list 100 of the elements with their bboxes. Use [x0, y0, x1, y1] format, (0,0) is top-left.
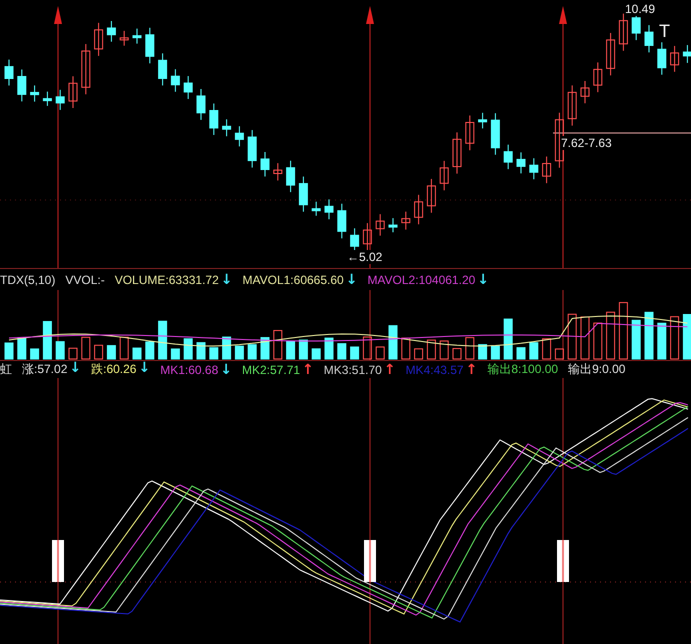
volume-bar — [388, 325, 398, 360]
volume-bar — [478, 344, 488, 360]
candlestick — [68, 76, 78, 109]
price-label: 7.62-7.63 — [560, 136, 613, 150]
volume-bar — [56, 341, 65, 360]
candlestick — [657, 42, 666, 76]
signal-bar — [364, 540, 376, 582]
trend-arrow: ↓ — [220, 362, 232, 376]
candlestick — [260, 151, 270, 178]
candlestick — [17, 68, 26, 102]
candlestick — [248, 130, 257, 168]
volume-bar — [516, 347, 526, 360]
volume-bar — [606, 312, 616, 360]
volume-bar — [618, 302, 628, 360]
candlestick — [618, 13, 628, 52]
volume-bar — [132, 348, 142, 360]
volume-bar — [554, 348, 564, 360]
signal-bar — [52, 540, 64, 582]
volume-bar — [593, 322, 602, 360]
volume-bar — [504, 318, 513, 360]
indicator-reading: 涨:57.02 — [22, 361, 68, 378]
volume-bar — [337, 343, 346, 360]
volume-bar — [657, 322, 666, 360]
candlestick — [42, 91, 52, 106]
volume-bar — [298, 340, 308, 360]
volume-bar — [568, 314, 577, 360]
candlestick — [644, 24, 654, 53]
trend-arrow: ↓ — [69, 361, 82, 378]
candlestick — [478, 112, 488, 129]
indicator-reading: MK4:43.57 — [406, 362, 464, 376]
volume-bar — [440, 340, 449, 360]
volume-bar — [682, 314, 691, 360]
volume-bar — [465, 337, 474, 360]
formula-label: VVOL:- — [65, 272, 105, 286]
volume-bar — [260, 337, 270, 360]
candlestick — [196, 88, 206, 120]
indicator-title: 虹 — [0, 361, 12, 378]
candlestick — [426, 178, 436, 214]
volume-bar — [312, 348, 321, 360]
indicator-reading: MK3:51.70 — [324, 362, 382, 376]
candlestick — [170, 68, 180, 92]
volume-bar — [350, 346, 360, 360]
indicator-reading: 输出8:100.00 — [487, 361, 558, 378]
price-label: ←5.02 — [346, 250, 384, 264]
indicator-reading: MK1:60.68 — [160, 362, 218, 376]
trend-arrow: ↑ — [384, 362, 396, 376]
volume-bar — [414, 348, 424, 360]
candlestick — [490, 112, 500, 156]
candlestick — [376, 214, 385, 236]
trend-arrow: ↓ — [220, 272, 233, 286]
candlestick — [106, 20, 116, 42]
volume-bar — [145, 342, 154, 360]
volume-bar — [670, 316, 680, 360]
candlestick — [670, 45, 680, 72]
candlestick — [56, 89, 65, 110]
volume-bar — [248, 344, 257, 360]
volume-bar — [17, 338, 26, 360]
volume-bar — [376, 346, 385, 360]
volume-bar — [222, 336, 232, 360]
indicator-reading: MAVOL2:104061.20 — [367, 272, 476, 286]
indicator-reading: 输出9:0.00 — [568, 361, 626, 378]
volume-bar — [42, 321, 52, 360]
volume-bar — [273, 330, 282, 360]
candlestick — [580, 80, 590, 104]
candlestick — [312, 201, 321, 216]
volume-bar — [401, 338, 410, 360]
volume-bar — [170, 348, 180, 360]
volume-bar — [324, 338, 334, 360]
trend-arrow: ↓ — [346, 272, 358, 286]
candlestick — [529, 158, 538, 180]
candlestick — [388, 218, 398, 233]
volume-bar — [106, 345, 116, 360]
volume-bar — [94, 344, 104, 360]
candlestick — [401, 211, 410, 230]
candlestick — [440, 160, 449, 191]
candlestick — [452, 132, 462, 174]
candlestick — [286, 160, 296, 193]
candlestick — [234, 126, 244, 147]
candlestick — [4, 59, 14, 86]
signal-bar — [557, 540, 569, 582]
candlestick — [298, 176, 308, 212]
volume-bar — [196, 342, 206, 360]
volume-bar — [30, 348, 40, 360]
volume-bar — [490, 346, 500, 360]
candlestick — [542, 156, 552, 184]
candlestick — [158, 52, 168, 86]
trend-arrow: ↑ — [302, 362, 314, 376]
volume-bar — [580, 316, 590, 360]
candlestick — [516, 152, 526, 174]
volume-bar — [234, 346, 244, 360]
candlestick — [337, 203, 346, 239]
volume-bar — [542, 338, 552, 360]
volume-bar — [426, 340, 436, 360]
candlestick — [209, 103, 218, 136]
indicator-reading: 跌:60.26 — [91, 361, 136, 378]
volume-bar — [4, 342, 14, 360]
volume-bar — [452, 348, 462, 360]
candlestick — [568, 84, 577, 126]
volume-bar — [209, 347, 218, 360]
volume-bar — [184, 338, 193, 360]
